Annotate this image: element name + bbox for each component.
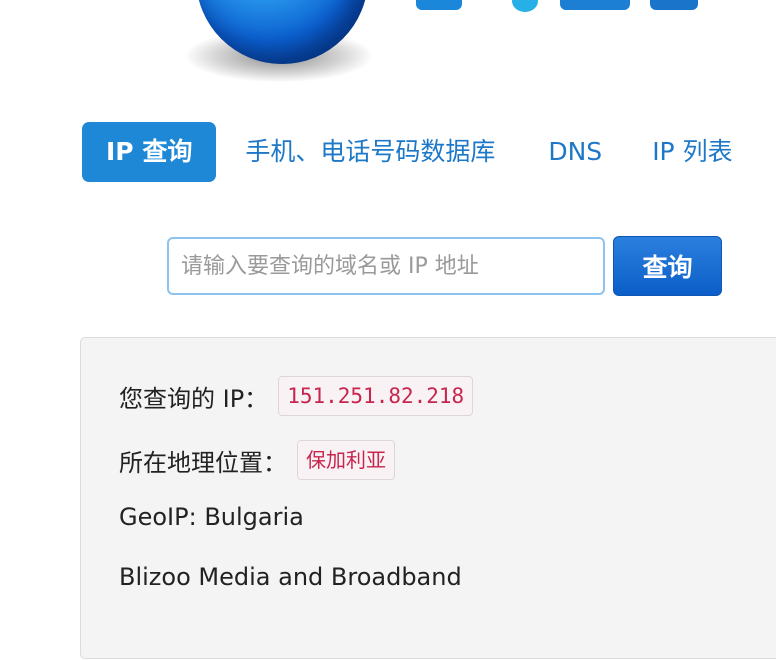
logo-wordmark-part (560, 0, 630, 10)
logo-wordmark-part (512, 0, 538, 12)
geoip-row: GeoIP: Bulgaria (119, 503, 304, 531)
location-label: 所在地理位置： (119, 448, 287, 477)
ip-label: 您查询的 IP： (119, 384, 269, 413)
result-panel: 您查询的 IP： 151.251.82.218 所在地理位置： 保加利亚 Geo… (80, 337, 776, 659)
tab-dns[interactable]: DNS (516, 122, 631, 182)
isp-text: Blizoo Media and Broadband (119, 563, 462, 591)
isp-row: Blizoo Media and Broadband (119, 563, 462, 591)
tab-ip-list[interactable]: IP 列表 (631, 122, 753, 182)
main-nav: IP 查询 手机、电话号码数据库 DNS IP 列表 (82, 122, 754, 182)
tab-ip-query[interactable]: IP 查询 (82, 122, 217, 182)
location-value: 保加利亚 (297, 440, 395, 480)
ip-value: 151.251.82.218 (278, 376, 474, 416)
ip-row: 您查询的 IP： 151.251.82.218 (119, 376, 474, 416)
logo-wordmark-part (416, 0, 462, 10)
geoip-text: GeoIP: Bulgaria (119, 503, 304, 531)
logo-wordmark-part (650, 0, 698, 10)
tab-phone-database[interactable]: 手机、电话号码数据库 (224, 122, 516, 182)
query-button[interactable]: 查询 (613, 236, 722, 296)
page: IP 查询 手机、电话号码数据库 DNS IP 列表 查询 您查询的 IP： 1… (0, 0, 776, 660)
search-input[interactable] (167, 237, 605, 295)
location-row: 所在地理位置： 保加利亚 (119, 440, 395, 480)
